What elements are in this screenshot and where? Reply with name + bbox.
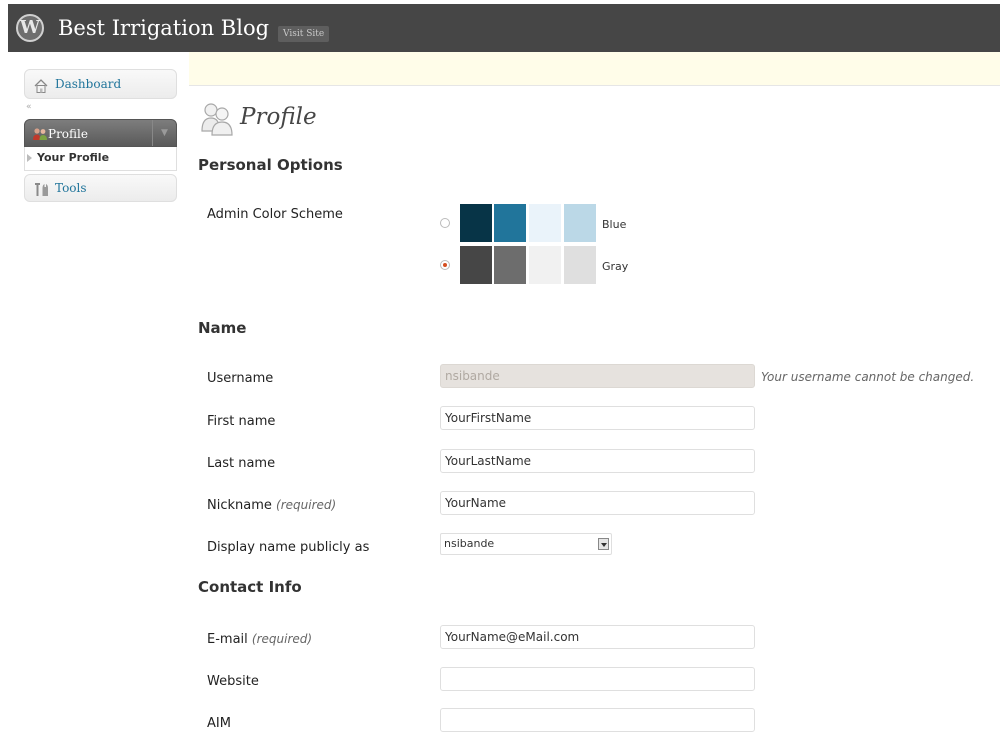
display-name-label: Display name publicly as	[207, 540, 370, 555]
tools-icon	[35, 183, 48, 196]
color-scheme-radio-gray[interactable]	[440, 260, 450, 270]
username-label: Username	[207, 371, 274, 386]
menu-item-dashboard[interactable]: Dashboard	[24, 69, 177, 99]
submenu-item-your-profile[interactable]: Your Profile	[25, 150, 109, 166]
nickname-label: Nickname (required)	[207, 498, 337, 513]
blue-swatch-2	[494, 204, 526, 242]
menu-toggle-arrow-icon[interactable]: ▼	[152, 120, 176, 146]
collapse-arrow-icon: «	[26, 102, 32, 112]
gray-swatch-4	[564, 246, 596, 284]
contact-info-heading: Contact Info	[198, 578, 302, 596]
gray-swatch-3	[529, 246, 561, 284]
admin-header: W Best Irrigation Blog Visit Site	[8, 4, 1000, 52]
email-field[interactable]: YourName@eMail.com	[440, 625, 755, 649]
first-name-label: First name	[207, 414, 276, 429]
aim-label: AIM	[207, 716, 231, 731]
profile-submenu: Your Profile	[24, 147, 177, 171]
display-name-selected-value: nsibande	[444, 537, 495, 550]
menu-label-tools: Tools	[55, 181, 87, 195]
first-name-field[interactable]: YourFirstName	[440, 406, 755, 430]
admin-menu: Dashboard « Profile ▼ Your Profile Tools	[24, 69, 177, 202]
collapse-menu-button[interactable]: «	[24, 99, 177, 119]
gray-swatch-1	[460, 246, 492, 284]
profile-users-icon	[33, 128, 47, 140]
gray-swatch-2	[494, 246, 526, 284]
website-label: Website	[207, 674, 259, 689]
username-field: nsibande	[440, 364, 755, 388]
visit-site-button[interactable]: Visit Site	[278, 26, 330, 42]
scheme-name-gray: Gray	[602, 260, 629, 273]
site-title: Best Irrigation Blog	[58, 16, 270, 40]
last-name-field[interactable]: YourLastName	[440, 449, 755, 473]
blue-swatch-1	[460, 204, 492, 242]
profile-page-icon	[201, 103, 233, 136]
username-note: Your username cannot be changed.	[761, 370, 975, 384]
notice-bar	[189, 52, 1000, 86]
menu-label-profile: Profile	[48, 127, 88, 141]
name-heading: Name	[198, 319, 247, 337]
website-field[interactable]	[440, 667, 755, 691]
aim-field[interactable]	[440, 708, 755, 732]
menu-item-tools[interactable]: Tools	[24, 174, 177, 202]
dashboard-home-icon	[34, 79, 48, 93]
page-title: Profile	[240, 104, 317, 130]
nickname-field[interactable]: YourName	[440, 491, 755, 515]
blue-swatch-3	[529, 204, 561, 242]
menu-label-dashboard: Dashboard	[55, 77, 122, 91]
dropdown-arrow-icon	[598, 538, 609, 550]
nickname-required-note: (required)	[276, 498, 337, 512]
left-gutter	[0, 0, 8, 735]
blue-swatch-4	[564, 204, 596, 242]
email-label: E-mail (required)	[207, 632, 313, 647]
last-name-label: Last name	[207, 456, 276, 471]
personal-options-heading: Personal Options	[198, 156, 343, 174]
admin-color-scheme-label: Admin Color Scheme	[207, 207, 343, 222]
display-name-select[interactable]: nsibande	[440, 533, 612, 555]
color-scheme-radio-blue[interactable]	[440, 218, 450, 228]
menu-item-profile[interactable]: Profile ▼	[24, 119, 177, 147]
wordpress-logo-icon: W	[16, 14, 44, 42]
scheme-name-blue: Blue	[602, 218, 627, 231]
email-required-note: (required)	[251, 632, 313, 646]
